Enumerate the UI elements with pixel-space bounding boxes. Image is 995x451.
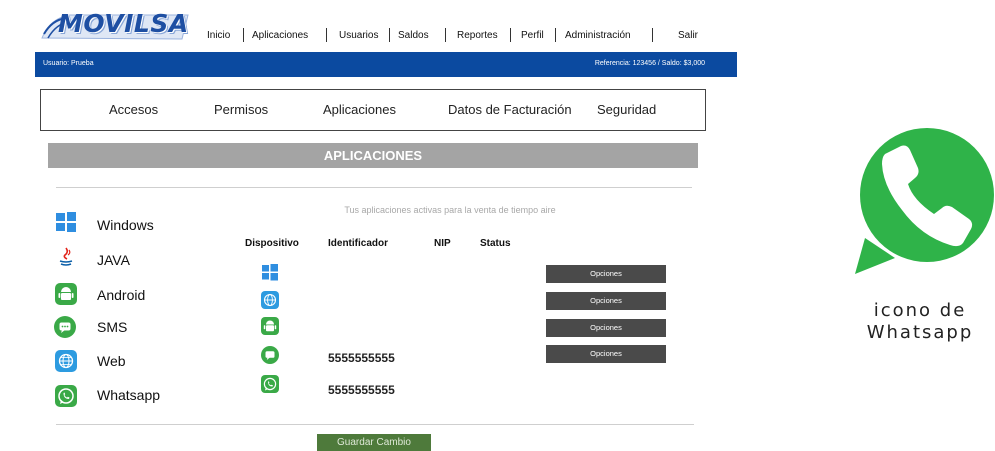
reference-balance: Referencia: 123456 / Saldo: $3,000 xyxy=(594,60,705,67)
device-label-web: Web xyxy=(97,353,126,369)
device-label-java: JAVA xyxy=(97,252,130,268)
device-label-sms: SMS xyxy=(97,319,128,335)
top-navigation: Inicio Aplicaciones Usuarios Saldos Repo… xyxy=(200,25,710,49)
user-info-bar: Usuario: Prueba Referencia: 123456 / Sal… xyxy=(35,52,737,77)
whatsapp-caption-line1: icono de xyxy=(873,300,967,321)
whatsapp-caption-line2: Whatsapp xyxy=(866,322,974,343)
tab-seguridad[interactable]: Seguridad xyxy=(597,102,656,117)
web-icon xyxy=(55,350,77,372)
nav-separator xyxy=(510,28,511,42)
device-label-windows: Windows xyxy=(97,217,154,233)
apps-subtitle: Tus aplicaciones activas para la venta d… xyxy=(344,205,556,215)
options-button[interactable]: Opciones xyxy=(546,345,666,363)
column-header-nip: NIP xyxy=(434,238,451,249)
tab-accesos[interactable]: Accesos xyxy=(109,102,158,117)
tab-permisos[interactable]: Permisos xyxy=(214,102,268,117)
identifier-sms: 5555555555 xyxy=(328,351,395,365)
nav-usuarios[interactable]: Usuarios xyxy=(339,30,378,41)
options-button[interactable]: Opciones xyxy=(546,319,666,337)
web-icon xyxy=(261,291,279,309)
android-icon xyxy=(55,283,77,305)
nav-separator xyxy=(243,28,244,42)
column-header-identificador: Identificador xyxy=(328,238,389,249)
settings-tabs: Accesos Permisos Aplicaciones Datos de F… xyxy=(40,89,706,131)
options-button[interactable]: Opciones xyxy=(546,292,666,310)
section-title: APLICACIONES xyxy=(323,148,423,163)
whatsapp-icon xyxy=(855,128,994,274)
tab-datos-facturacion[interactable]: Datos de Facturación xyxy=(448,102,572,117)
section-header: APLICACIONES xyxy=(48,143,698,168)
sms-icon xyxy=(261,346,279,364)
identifier-whatsapp: 5555555555 xyxy=(328,383,395,397)
nav-separator xyxy=(326,28,327,42)
windows-icon xyxy=(56,212,76,232)
tab-aplicaciones[interactable]: Aplicaciones xyxy=(323,102,396,117)
column-header-status: Status xyxy=(480,238,511,249)
device-label-android: Android xyxy=(97,287,146,303)
nav-salir[interactable]: Salir xyxy=(678,30,698,41)
logo-text: MOVILSA xyxy=(58,9,189,38)
sms-icon xyxy=(54,316,76,338)
whatsapp-caption: icono de Whatsapp xyxy=(845,300,995,344)
windows-icon xyxy=(262,264,278,281)
options-button[interactable]: Opciones xyxy=(546,265,666,283)
android-icon xyxy=(261,317,279,335)
java-icon xyxy=(59,247,73,266)
nav-administracion[interactable]: Administración xyxy=(565,30,631,41)
nav-reportes[interactable]: Reportes xyxy=(457,30,498,41)
whatsapp-icon xyxy=(55,385,77,407)
whatsapp-icon xyxy=(261,375,279,393)
nav-separator xyxy=(555,28,556,42)
nav-saldos[interactable]: Saldos xyxy=(398,30,429,41)
nav-perfil[interactable]: Perfil xyxy=(521,30,544,41)
user-name: Usuario: Prueba xyxy=(43,60,94,67)
divider xyxy=(56,424,694,425)
column-header-dispositivo: Dispositivo xyxy=(245,238,299,249)
nav-separator xyxy=(652,28,653,42)
nav-aplicaciones[interactable]: Aplicaciones xyxy=(252,30,308,41)
save-changes-button[interactable]: Guardar Cambio xyxy=(317,434,431,451)
divider xyxy=(56,187,692,188)
nav-separator xyxy=(389,28,390,42)
device-label-whatsapp: Whatsapp xyxy=(97,387,161,403)
movilsa-logo[interactable]: MOVILSA xyxy=(40,8,190,44)
nav-separator xyxy=(445,28,446,42)
nav-inicio[interactable]: Inicio xyxy=(207,30,230,41)
